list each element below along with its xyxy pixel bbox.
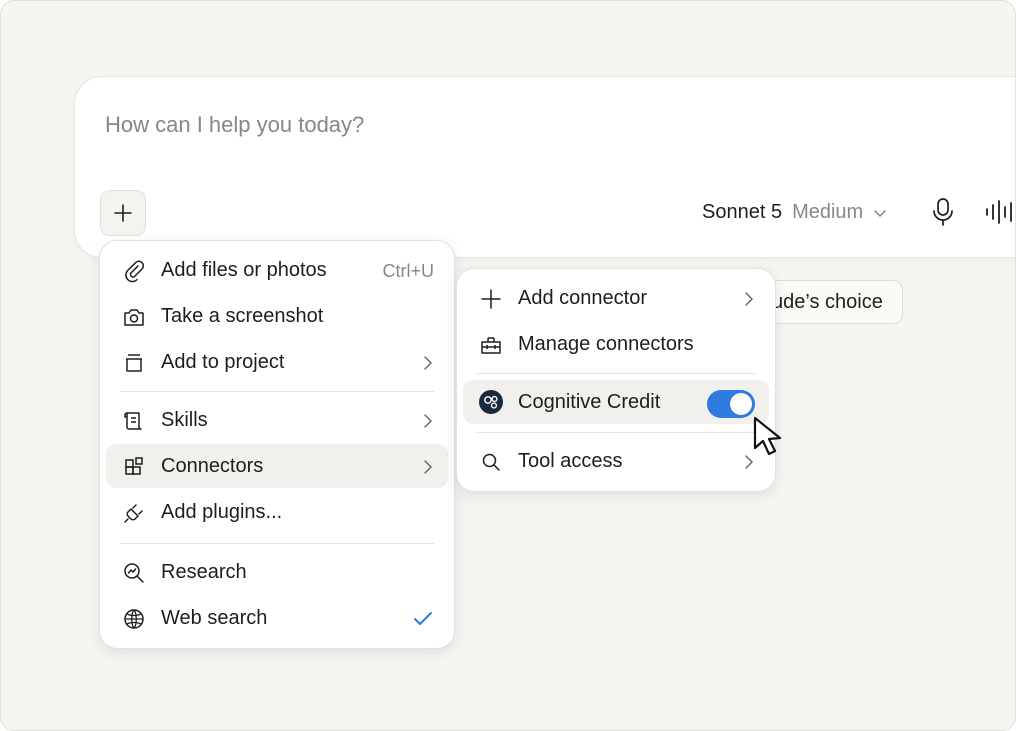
microphone-button[interactable] xyxy=(930,197,956,227)
menu-item-label: Manage connectors xyxy=(518,333,694,355)
project-icon xyxy=(126,354,142,372)
research-icon xyxy=(124,563,144,583)
plus-icon xyxy=(481,289,501,309)
model-name: Sonnet 5 xyxy=(702,201,783,223)
menu-item-connectors[interactable]: Connectors xyxy=(106,444,448,488)
globe-icon xyxy=(124,609,144,629)
menu-item-add-connector[interactable]: Add connector xyxy=(463,276,769,320)
chevron-right-icon xyxy=(424,356,433,370)
menu-divider xyxy=(120,391,434,392)
toolbox-icon xyxy=(481,337,501,354)
plus-icon xyxy=(114,204,132,222)
search-icon xyxy=(482,453,500,471)
menu-divider xyxy=(477,373,755,374)
menu-item-label: Web search xyxy=(161,607,268,629)
plug-icon xyxy=(124,504,143,523)
menu-item-web-search[interactable]: Web search xyxy=(106,596,448,640)
chevron-down-icon xyxy=(874,209,886,217)
toggle-knob xyxy=(730,393,752,415)
microphone-icon xyxy=(933,198,953,226)
shortcut-hint: Ctrl+U xyxy=(382,261,434,281)
voice-mode-button[interactable] xyxy=(984,199,1015,225)
menu-item-label: Add plugins... xyxy=(161,501,283,523)
camera-icon xyxy=(124,309,144,326)
chat-composer[interactable]: How can I help you today? Sonnet 5 Mediu… xyxy=(74,76,1015,258)
menu-item-label: Add connector xyxy=(518,287,647,309)
scroll-icon xyxy=(124,412,142,430)
connector-avatar xyxy=(479,390,503,414)
app-canvas: How can I help you today? Sonnet 5 Mediu… xyxy=(0,0,1016,731)
menu-item-add-to-project[interactable]: Add to project xyxy=(106,340,448,384)
menu-item-label: Add files or photos xyxy=(161,259,327,281)
paperclip-icon xyxy=(125,260,145,283)
connector-toggle[interactable] xyxy=(707,390,755,418)
connectors-icon xyxy=(125,457,143,475)
suggestion-chip-label: ude’s choice xyxy=(772,291,883,313)
connectors-submenu: Add connector Manage connectors Cognitiv… xyxy=(456,268,776,492)
model-level: Medium xyxy=(792,201,864,223)
add-attachment-button[interactable] xyxy=(100,190,146,236)
menu-item-tool-access[interactable]: Tool access xyxy=(463,439,769,483)
mouse-pointer-icon xyxy=(753,416,782,456)
chevron-right-icon xyxy=(424,460,433,474)
menu-divider xyxy=(120,543,434,544)
menu-item-label: Take a screenshot xyxy=(161,305,324,327)
menu-item-skills[interactable]: Skills xyxy=(106,398,448,442)
chevron-right-icon xyxy=(424,414,433,428)
menu-item-add-plugins[interactable]: Add plugins... xyxy=(106,490,448,534)
model-selector[interactable]: Sonnet 5 Medium xyxy=(702,201,887,224)
menu-divider xyxy=(477,432,755,433)
menu-item-label: Tool access xyxy=(518,450,623,472)
menu-item-label: Skills xyxy=(161,409,208,431)
prompt-input[interactable]: How can I help you today? xyxy=(105,112,364,138)
menu-item-take-screenshot[interactable]: Take a screenshot xyxy=(106,294,448,338)
menu-item-add-files[interactable]: Add files or photos Ctrl+U xyxy=(106,248,448,292)
menu-item-label: Research xyxy=(161,561,247,583)
menu-item-label: Connectors xyxy=(161,455,264,477)
menu-item-label: Cognitive Credit xyxy=(518,391,661,413)
menu-item-manage-connectors[interactable]: Manage connectors xyxy=(463,322,769,366)
chevron-right-icon xyxy=(745,292,754,306)
menu-item-cognitive-credit[interactable]: Cognitive Credit xyxy=(463,380,769,424)
menu-item-research[interactable]: Research xyxy=(106,550,448,594)
menu-item-label: Add to project xyxy=(161,351,285,373)
checkmark-icon xyxy=(414,612,432,625)
attach-menu: Add files or photos Ctrl+U Take a screen… xyxy=(99,240,455,649)
waveform-icon xyxy=(986,200,1012,224)
